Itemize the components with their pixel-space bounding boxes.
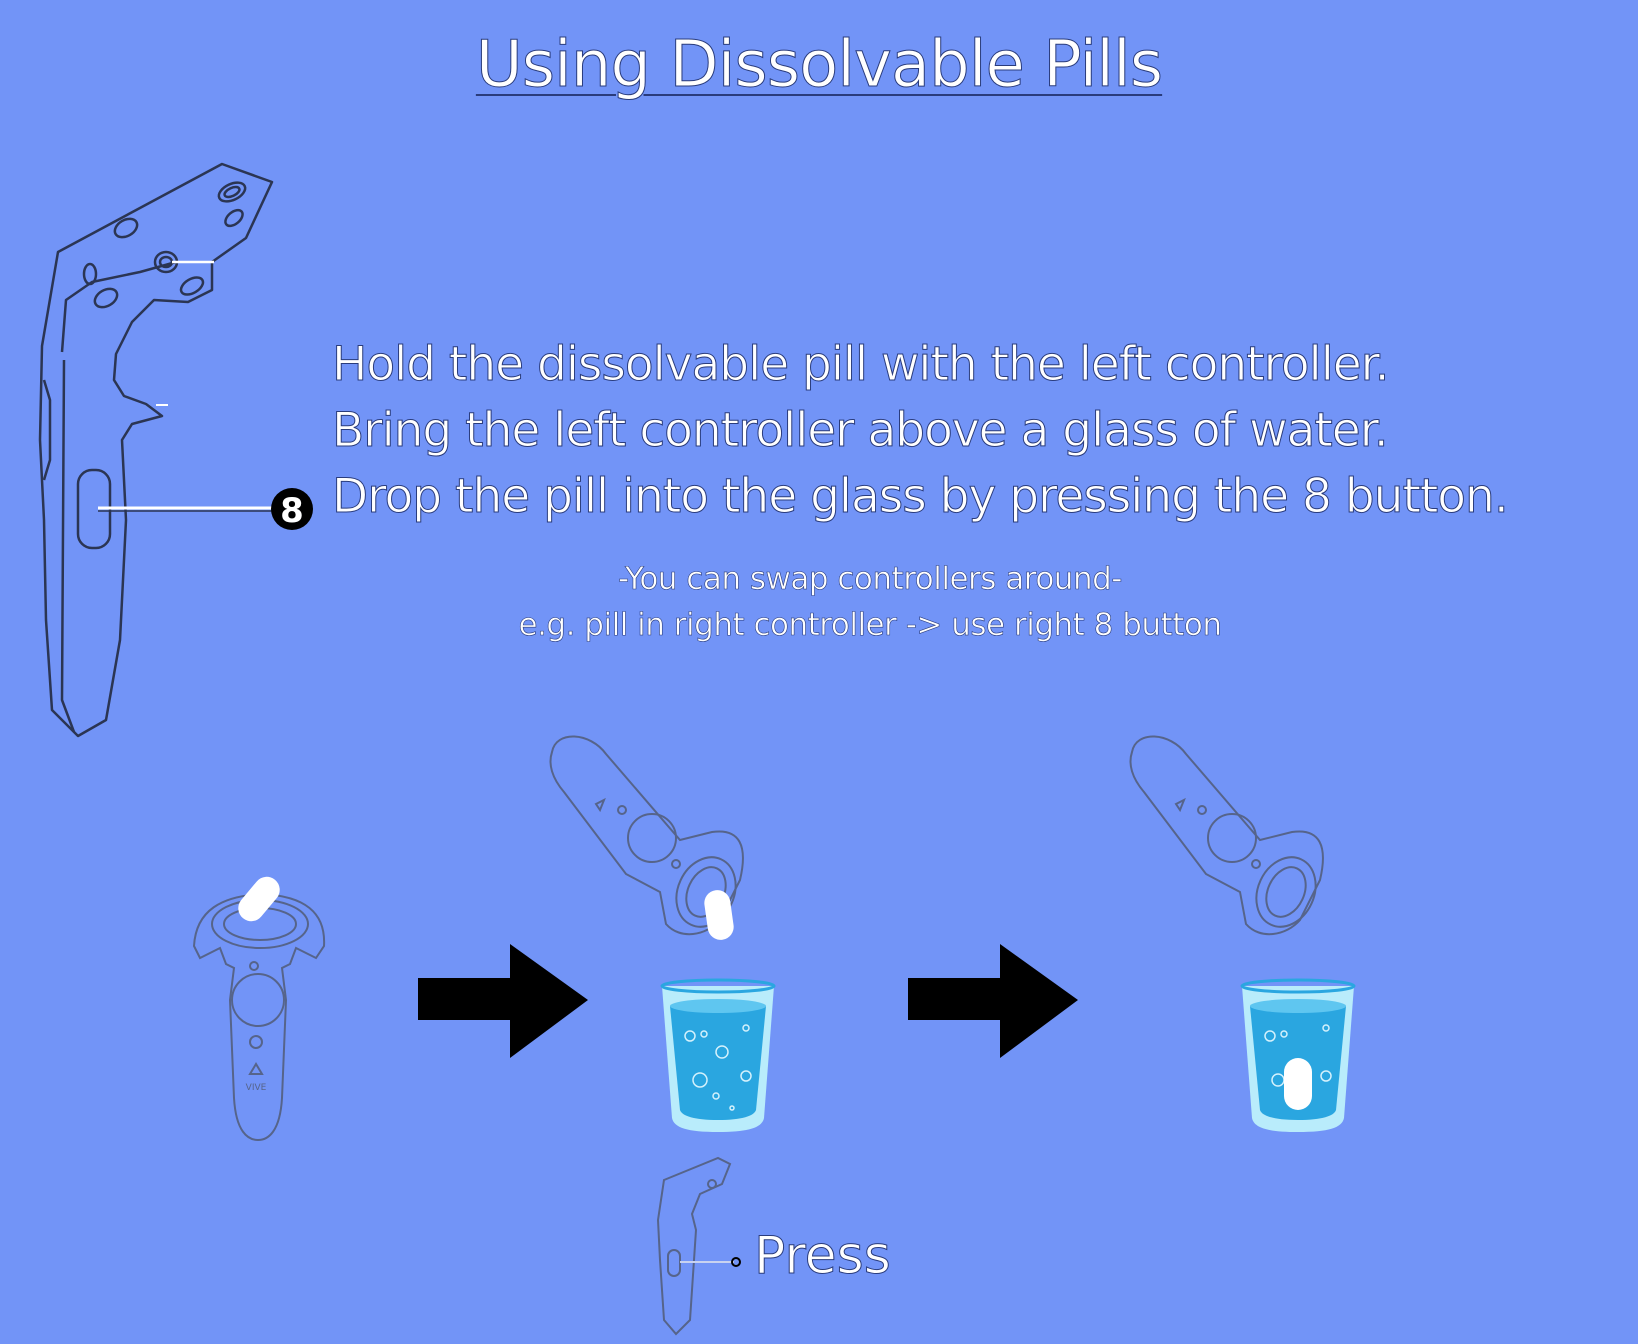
front-controller-with-pill: VIVE bbox=[192, 876, 326, 1142]
button-8-marker: 8 bbox=[271, 488, 313, 531]
glass-of-water-icon bbox=[660, 978, 776, 1132]
controller-brand-label: VIVE bbox=[246, 1083, 267, 1093]
pill-icon bbox=[704, 890, 734, 940]
press-label: Press bbox=[754, 1226, 892, 1287]
large-controller-side-view bbox=[38, 162, 274, 738]
pill-icon bbox=[1284, 1058, 1312, 1110]
pill-icon bbox=[238, 876, 280, 922]
small-controller-press-icon bbox=[656, 1156, 741, 1336]
arrow-right-icon-1 bbox=[418, 944, 588, 1058]
glass-with-dissolving-pill-icon bbox=[1240, 978, 1356, 1132]
illustration: 8 VIVE bbox=[38, 162, 1356, 1336]
button-8-label: 8 bbox=[280, 491, 304, 531]
arrow-right-icon-2 bbox=[908, 944, 1078, 1058]
tilted-controller-dropping-pill bbox=[549, 735, 744, 940]
tilted-controller-empty bbox=[1129, 735, 1324, 936]
